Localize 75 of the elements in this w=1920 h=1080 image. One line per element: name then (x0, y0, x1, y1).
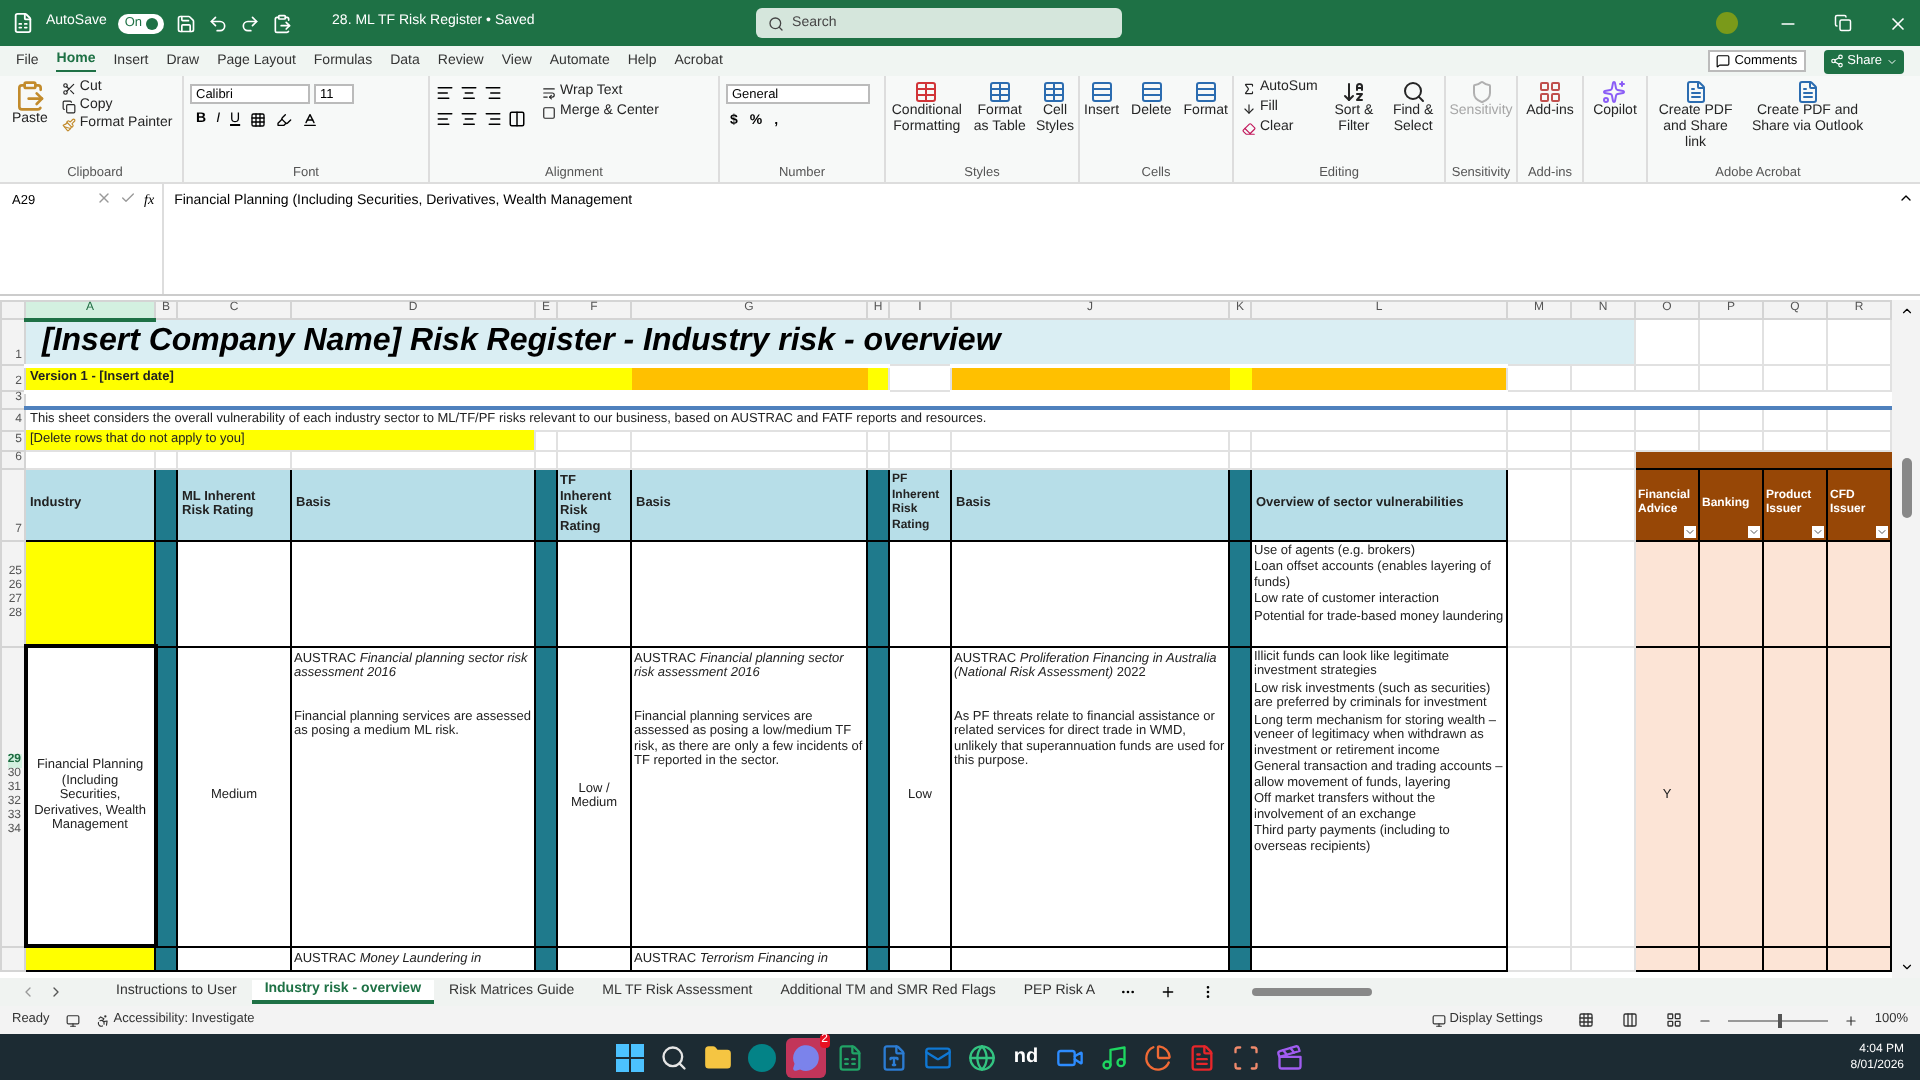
search-icon (1401, 80, 1426, 104)
windows-logo-icon (616, 1043, 644, 1071)
pdf-icon (1795, 80, 1820, 104)
scroll-up-icon[interactable] (1899, 304, 1913, 318)
app-icon (12, 12, 34, 34)
table-icon (987, 80, 1012, 104)
document-app-icon (880, 1043, 908, 1071)
pdf-app-icon (1188, 1043, 1216, 1071)
save-icon[interactable] (176, 13, 197, 33)
sort-icon (1341, 80, 1366, 104)
cells-icon (1193, 80, 1218, 104)
sigma-icon (1242, 81, 1256, 95)
cancel-icon[interactable] (96, 190, 112, 206)
page-layout-icon[interactable] (1622, 1012, 1639, 1028)
page-break-icon[interactable] (1666, 1012, 1683, 1028)
zoom-in-icon[interactable] (1844, 1013, 1859, 1027)
align-right-icon[interactable] (484, 110, 502, 128)
cells-icon (1089, 80, 1114, 104)
sparkle-icon (1602, 80, 1627, 104)
align-center-icon[interactable] (460, 110, 478, 128)
table-icon (1042, 80, 1067, 104)
normal-view-icon[interactable] (1578, 1012, 1595, 1028)
next-sheet-icon[interactable] (48, 984, 64, 1000)
add-sheet-icon[interactable] (1159, 984, 1176, 1000)
chat-app-icon (792, 1043, 820, 1071)
restore-icon[interactable] (1834, 14, 1852, 32)
wrap-text-icon (542, 85, 556, 99)
folder-icon (704, 1043, 732, 1071)
pie-chart-icon (1144, 1043, 1172, 1071)
fill-color-icon[interactable] (276, 112, 293, 129)
share-icon (1829, 54, 1844, 68)
mail-app-icon (924, 1043, 952, 1071)
table-icon (914, 80, 939, 104)
filter-dropdown-icon[interactable] (1684, 525, 1696, 537)
close-icon[interactable] (1888, 13, 1908, 33)
vertical-scrollbar[interactable] (1892, 300, 1920, 978)
previous-sheet-icon[interactable] (20, 984, 36, 1000)
pdf-icon (1683, 80, 1708, 104)
browser-icon (968, 1043, 996, 1071)
enter-icon[interactable] (120, 190, 136, 206)
search-icon (660, 1043, 688, 1071)
monitor-icon (1431, 1013, 1446, 1027)
undo-icon[interactable] (208, 13, 229, 33)
redo-icon[interactable] (240, 13, 261, 33)
paste-icon[interactable] (272, 13, 293, 33)
fill-icon (1242, 101, 1256, 115)
borders-icon[interactable] (250, 112, 267, 129)
scissors-icon (61, 81, 76, 95)
shield-icon (1469, 80, 1493, 104)
align-left-icon[interactable] (436, 110, 454, 128)
filter-dropdown-icon[interactable] (1748, 525, 1760, 537)
copy-icon (61, 99, 76, 113)
comment-icon (1716, 54, 1731, 68)
zoom-slider-thumb[interactable] (1778, 1013, 1783, 1027)
scroll-thumb[interactable] (1901, 458, 1911, 518)
taskbar-app[interactable]: nd (1006, 1037, 1046, 1077)
clapperboard-icon (1276, 1043, 1304, 1071)
paste-icon (13, 80, 46, 112)
font-color-icon[interactable] (302, 112, 319, 129)
cells-icon (1139, 80, 1164, 104)
collapse-icon[interactable] (1898, 190, 1914, 206)
scroll-down-icon[interactable] (1899, 960, 1913, 974)
snipping-icon (1232, 1043, 1260, 1071)
sheet-title: [Insert Company Name] Risk Register - Industry risk - overview (42, 324, 1001, 358)
filter-dropdown-icon[interactable] (1876, 525, 1888, 537)
paintbrush-icon (61, 117, 76, 131)
music-app-icon (1100, 1043, 1128, 1071)
accessibility-icon (95, 1013, 110, 1027)
spreadsheet-app-icon (836, 1043, 864, 1071)
search-icon (768, 15, 785, 31)
app-label: nd (1013, 1045, 1039, 1069)
caret-icon (1886, 55, 1898, 67)
add-ins-icon (1537, 80, 1562, 104)
eraser-icon (1242, 121, 1256, 135)
filter-dropdown-icon[interactable] (1812, 525, 1824, 537)
